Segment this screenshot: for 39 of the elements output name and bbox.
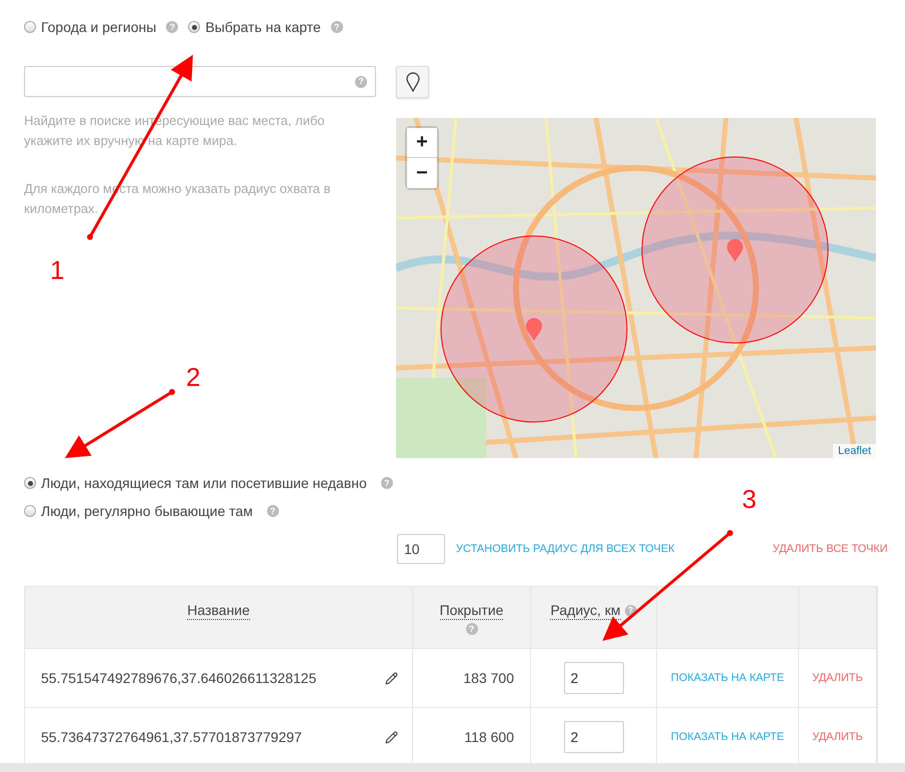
horizontal-scrollbar[interactable]: [0, 763, 905, 772]
delete-link[interactable]: УДАЛИТЬ: [812, 731, 863, 743]
point-name: 55.73647372764961,37.57701873779297: [41, 729, 303, 745]
edit-icon[interactable]: [385, 730, 398, 744]
column-label[interactable]: Радиус, км: [550, 601, 621, 620]
help-icon[interactable]: ?: [330, 21, 343, 33]
map-pin-button[interactable]: [396, 66, 429, 98]
show-on-map-link[interactable]: ПОКАЗАТЬ НА КАРТЕ: [670, 672, 784, 684]
radio-button[interactable]: [24, 21, 36, 33]
help-icon[interactable]: ?: [166, 21, 178, 33]
zoom-in-button[interactable]: +: [407, 128, 437, 158]
map-marker-icon[interactable]: [526, 318, 542, 341]
radius-input[interactable]: 2: [564, 662, 624, 694]
delete-all-link[interactable]: УДАЛИТЬ ВСЕ ТОЧКИ: [772, 543, 888, 555]
radio-button[interactable]: [24, 477, 36, 489]
column-label[interactable]: Покрытие: [440, 601, 504, 620]
column-label[interactable]: Название: [187, 601, 250, 620]
show-on-map-link[interactable]: ПОКАЗАТЬ НА КАРТЕ: [670, 731, 784, 743]
coverage-value: 183 700: [463, 670, 514, 686]
help-icon[interactable]: ?: [380, 477, 393, 489]
radius-input[interactable]: 10: [397, 534, 445, 564]
annotation-number: 1: [50, 255, 64, 286]
attribution-link[interactable]: Leaflet: [832, 444, 876, 458]
annotation-number: 2: [186, 362, 200, 393]
radio-button[interactable]: [24, 505, 36, 517]
coverage-value: 118 600: [464, 729, 514, 745]
delete-link[interactable]: УДАЛИТЬ: [812, 672, 863, 684]
point-name: 55.751547492789676,37.646026611328125: [41, 670, 318, 686]
help-icon[interactable]: ?: [355, 76, 367, 88]
radio-button[interactable]: [188, 21, 200, 33]
radius-input[interactable]: 2: [564, 721, 624, 753]
help-icon[interactable]: ?: [466, 623, 478, 635]
search-field[interactable]: ?: [24, 66, 376, 97]
help-icon[interactable]: ?: [266, 505, 279, 517]
map-marker-icon[interactable]: [727, 239, 743, 262]
annotation-number: 3: [742, 484, 756, 515]
set-radius-link[interactable]: УСТАНОВИТЬ РАДИУС ДЛЯ ВСЕХ ТОЧЕК: [456, 543, 675, 555]
edit-icon[interactable]: [385, 672, 398, 684]
map-pin-icon: [406, 72, 420, 92]
